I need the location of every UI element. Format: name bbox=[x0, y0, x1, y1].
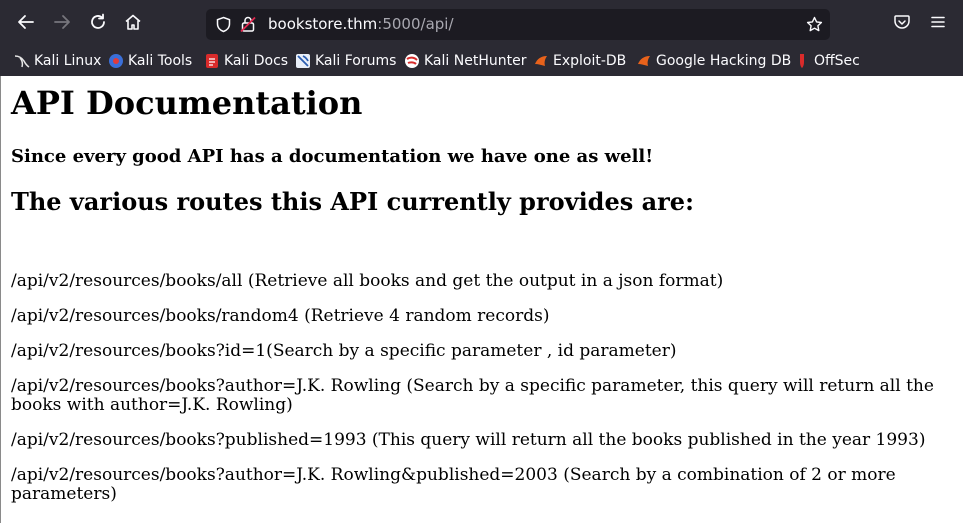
forward-button[interactable] bbox=[50, 10, 74, 34]
reload-button[interactable] bbox=[86, 10, 110, 34]
reload-icon bbox=[91, 13, 105, 29]
bookmark-kali-docs[interactable]: Kali Docs bbox=[204, 52, 288, 70]
route-item: /api/v2/resources/books?id=1(Search by a… bbox=[11, 341, 677, 361]
shield-icon[interactable] bbox=[215, 16, 232, 33]
pocket-button[interactable] bbox=[890, 10, 914, 34]
route-item: /api/v2/resources/books?author=J.K. Rowl… bbox=[11, 465, 896, 504]
bookmark-kali-tools[interactable]: Kali Tools bbox=[108, 52, 192, 70]
address-bar[interactable]: bookstore.thm:5000/api/ bbox=[206, 9, 830, 40]
kali-forums-icon bbox=[295, 53, 311, 69]
bookmark-exploit-db[interactable]: Exploit-DB bbox=[533, 52, 626, 70]
bookmark-label: Kali Linux bbox=[34, 53, 102, 69]
bookmark-label: Exploit-DB bbox=[553, 53, 627, 69]
bookmark-label: Google Hacking DB bbox=[656, 53, 792, 69]
route-item: /api/v2/resources/books?published=1993 (… bbox=[11, 430, 926, 450]
home-icon bbox=[125, 14, 141, 30]
bookmark-label: Kali Tools bbox=[128, 53, 193, 69]
menu-button[interactable] bbox=[926, 10, 950, 34]
kali-tools-icon bbox=[108, 53, 124, 69]
bookmark-label: OffSec bbox=[814, 53, 860, 69]
bookmark-label: Kali Forums bbox=[315, 53, 397, 69]
page-subtitle: Since every good API has a documentation… bbox=[11, 146, 654, 167]
bookmark-kali-linux[interactable]: Kali Linux bbox=[14, 52, 101, 70]
forward-arrow-icon bbox=[54, 15, 70, 29]
bookmark-kali-nethunter[interactable]: Kali NetHunter bbox=[404, 52, 526, 70]
bookmarks-toolbar: Kali Linux Kali Tools Kali Docs Kali For… bbox=[0, 48, 963, 74]
bookmark-google-hacking-db[interactable]: Google Hacking DB bbox=[636, 52, 791, 70]
route-item: /api/v2/resources/books/random4 (Retriev… bbox=[11, 306, 550, 326]
route-item: /api/v2/resources/books?author=J.K. Rowl… bbox=[11, 376, 934, 415]
url-text[interactable]: bookstore.thm:5000/api/ bbox=[268, 15, 454, 33]
hamburger-menu-icon bbox=[931, 16, 945, 28]
back-arrow-icon bbox=[18, 15, 34, 29]
url-host: bookstore.thm bbox=[268, 15, 378, 33]
route-item: /api/v2/resources/books/all (Retrieve al… bbox=[11, 271, 724, 291]
bookmark-offsec[interactable]: OffSec bbox=[794, 52, 860, 70]
exploit-db-icon bbox=[533, 53, 549, 69]
kali-dragon-icon bbox=[14, 53, 30, 69]
kali-docs-icon bbox=[204, 53, 220, 69]
bookmark-label: Kali Docs bbox=[224, 53, 289, 69]
pocket-icon bbox=[894, 15, 910, 29]
page-title: API Documentation bbox=[11, 84, 363, 122]
ghdb-icon bbox=[636, 53, 652, 69]
browser-chrome: bookstore.thm:5000/api/ Kali Linux Kali … bbox=[0, 0, 963, 76]
bookmark-label: Kali NetHunter bbox=[424, 53, 527, 69]
page-content: API Documentation Since every good API h… bbox=[0, 76, 963, 523]
navigation-toolbar: bookstore.thm:5000/api/ bbox=[0, 0, 963, 46]
back-button[interactable] bbox=[14, 10, 38, 34]
routes-heading: The various routes this API currently pr… bbox=[11, 187, 694, 216]
insecure-lock-icon[interactable] bbox=[239, 15, 257, 33]
bookmark-kali-forums[interactable]: Kali Forums bbox=[295, 52, 396, 70]
nethunter-icon bbox=[404, 53, 420, 69]
bookmark-star-icon[interactable] bbox=[806, 16, 823, 33]
home-button[interactable] bbox=[121, 10, 145, 34]
url-path: :5000/api/ bbox=[377, 15, 454, 33]
offsec-icon bbox=[794, 53, 810, 69]
